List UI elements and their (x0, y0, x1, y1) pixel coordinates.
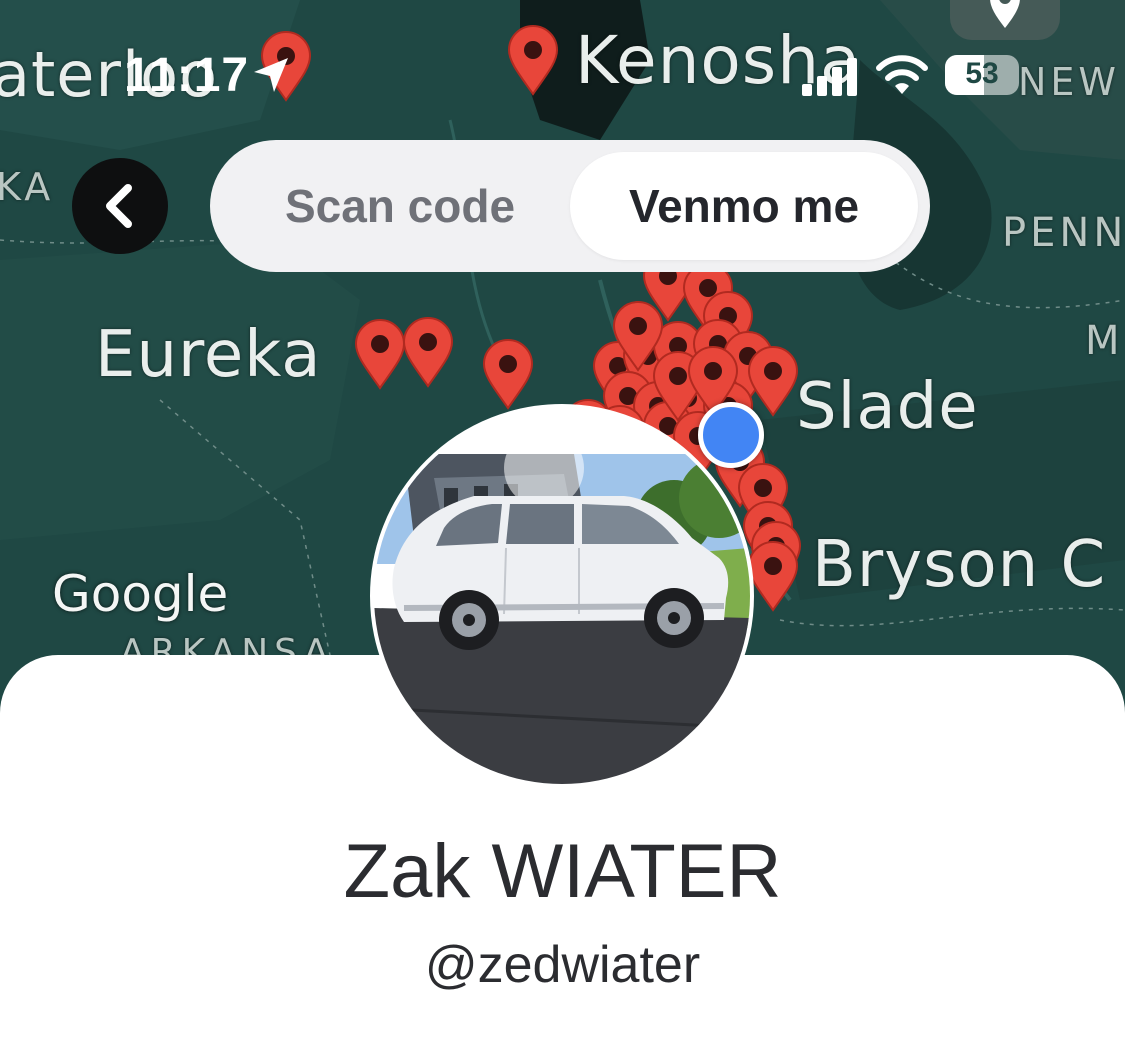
user-location-dot (698, 402, 764, 468)
map-label-penn: PENN (1002, 210, 1125, 256)
wifi-icon (876, 55, 928, 94)
map-location-button[interactable] (950, 0, 1060, 40)
map-label-new: NEW (1018, 60, 1121, 104)
chevron-left-icon (106, 184, 132, 228)
tab-scan-code[interactable]: Scan code (230, 152, 570, 260)
map-label-slade: Slade (796, 370, 979, 444)
cellular-signal-icon (802, 58, 857, 96)
battery-level-text: 53 (965, 57, 999, 90)
map-label-ka: KA (0, 165, 55, 209)
location-arrow-icon (254, 58, 288, 92)
google-logo: Google (52, 565, 229, 623)
map-pin-icon[interactable] (480, 338, 536, 410)
mode-segmented-control: Scan code Venmo me (210, 140, 930, 272)
battery-indicator: 53 (945, 55, 1019, 95)
map-label-eureka: Eureka (95, 318, 322, 392)
status-time: 11:17 (124, 49, 250, 102)
map-pin-icon (990, 0, 1020, 28)
tab-venmo-me[interactable]: Venmo me (570, 152, 918, 260)
map-label-m: M (1085, 318, 1121, 364)
profile-handle: @zedwiater (424, 936, 701, 994)
avatar-photo-minivan (374, 408, 750, 784)
map-pin-icon[interactable] (400, 316, 456, 388)
map-label-bryson: Bryson C (812, 528, 1107, 602)
avatar[interactable] (370, 404, 754, 788)
map-pin-icon[interactable] (505, 24, 561, 96)
back-button[interactable] (72, 158, 168, 254)
profile-name: Zak WIATER (343, 829, 782, 914)
